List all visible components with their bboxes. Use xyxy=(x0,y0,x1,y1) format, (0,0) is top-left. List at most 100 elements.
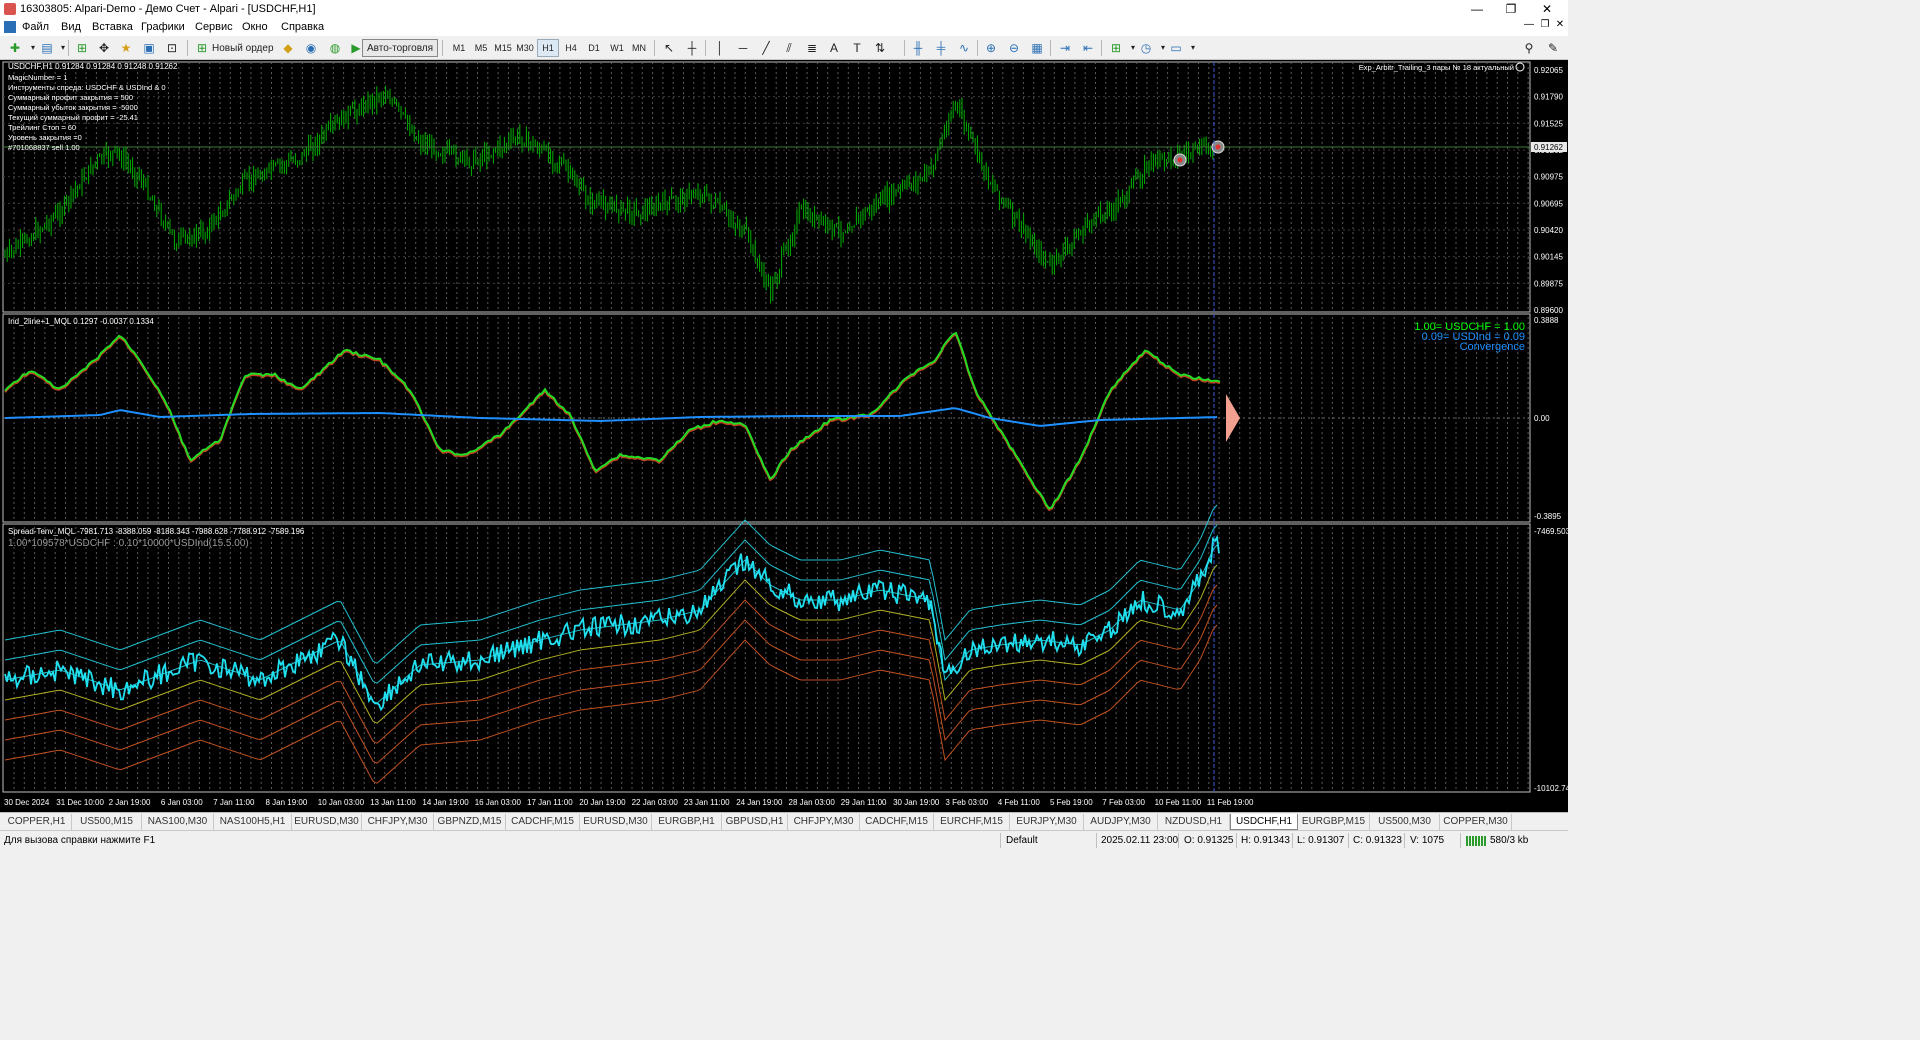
cursor-icon[interactable]: ↖ xyxy=(660,39,678,57)
chart-tab[interactable]: GBPNZD,M15 xyxy=(434,814,506,830)
chart-tab[interactable]: USDCHF,H1 xyxy=(1230,814,1298,830)
chart-tab[interactable]: CHFJPY,M30 xyxy=(788,814,860,830)
ea-info-line: MagicNumber = 1 xyxy=(8,73,67,82)
zoom-out-icon[interactable]: ⊖ xyxy=(1005,39,1023,57)
signals-icon[interactable]: ◉ xyxy=(302,39,320,57)
chart-tab[interactable]: EURUSD,M30 xyxy=(580,814,652,830)
chart-tab[interactable]: US500,M30 xyxy=(1370,814,1440,830)
navigator-icon[interactable]: ★ xyxy=(117,39,135,57)
timeframe-d1-button[interactable]: D1 xyxy=(583,39,605,57)
chart-tab[interactable]: EURJPY,M30 xyxy=(1010,814,1084,830)
indicator-header: Ind_2line+1_MQL 0.1297 -0.0037 0.1334 xyxy=(8,317,154,326)
chart-canvas[interactable]: 0.92065 0.91790 0.91525 0.91262 0.90975 0.906… xyxy=(0,60,1568,812)
restore-button[interactable]: ❐ xyxy=(1496,1,1526,17)
metaeditor-icon[interactable]: ◆ xyxy=(279,39,297,57)
ea-info-line: #701068837 sell 1.00 xyxy=(8,143,80,152)
crosshair-icon[interactable]: ┼ xyxy=(683,39,701,57)
data-window-icon[interactable]: ✥ xyxy=(95,39,113,57)
chart-tab[interactable]: GBPUSD,H1 xyxy=(722,814,788,830)
mdi-minimize-button[interactable]: — xyxy=(1522,19,1536,30)
menu-tools[interactable]: Сервис xyxy=(195,21,233,33)
mdi-close-button[interactable]: ✕ xyxy=(1553,19,1567,30)
auto-trading-button[interactable]: Авто-торговля xyxy=(362,39,439,57)
minimize-button[interactable]: — xyxy=(1462,1,1492,17)
horizontal-line-icon[interactable]: ─ xyxy=(734,39,752,57)
chart-tab[interactable]: EURGBP,M15 xyxy=(1298,814,1370,830)
menu-view[interactable]: Вид xyxy=(61,21,81,33)
zoom-in-icon[interactable]: ⊕ xyxy=(982,39,1000,57)
timeframe-m15-button[interactable]: M15 xyxy=(492,39,514,57)
market-watch-icon[interactable]: ⊞ xyxy=(73,39,91,57)
chart-tab[interactable]: COPPER,H1 xyxy=(2,814,72,830)
menu-help[interactable]: Справка xyxy=(281,21,324,33)
chart-tab[interactable]: CHFJPY,M30 xyxy=(362,814,434,830)
close-button[interactable]: ✕ xyxy=(1532,1,1562,17)
timeframe-w1-button[interactable]: W1 xyxy=(606,39,628,57)
chat-icon[interactable]: ✎ xyxy=(1544,39,1562,57)
text-label-icon[interactable]: T xyxy=(848,39,866,57)
mdi-restore-button[interactable]: ❐ xyxy=(1538,19,1552,30)
candlesticks-icon[interactable]: ╪ xyxy=(932,39,950,57)
menu-window[interactable]: Окно xyxy=(242,21,268,33)
chart-tab[interactable]: CADCHF,M15 xyxy=(860,814,934,830)
chart-tab[interactable]: CADCHF,M15 xyxy=(506,814,580,830)
menu-charts[interactable]: Графики xyxy=(141,21,185,33)
bar-chart-icon[interactable]: ╫ xyxy=(909,39,927,57)
convergence-arrow xyxy=(1226,394,1240,442)
tile-windows-icon[interactable]: ▦ xyxy=(1028,39,1046,57)
indicators-icon[interactable]: ⊞ xyxy=(1107,39,1125,57)
status-low: L: 0.91307 xyxy=(1297,835,1345,846)
menu-file[interactable]: Файл xyxy=(22,21,49,33)
arrows-icon[interactable]: ⇅ xyxy=(871,39,889,57)
new-chart-icon[interactable]: ✚ xyxy=(6,39,24,57)
chart-tab[interactable]: EURCHF,M15 xyxy=(934,814,1010,830)
chart-tab[interactable]: EURGBP,H1 xyxy=(652,814,722,830)
periods-icon[interactable]: ◷ xyxy=(1137,39,1155,57)
timeframe-m1-button[interactable]: M1 xyxy=(448,39,470,57)
spread-formula: 1.00*109578*USDCHF : 0.10*10000*USDInd(1… xyxy=(8,538,249,549)
timeframe-h4-button[interactable]: H4 xyxy=(560,39,582,57)
indicator-scale-label: -0.3895 xyxy=(1534,512,1562,521)
timeframe-m30-button[interactable]: M30 xyxy=(514,39,536,57)
menu-insert[interactable]: Вставка xyxy=(92,21,133,33)
chart-tab[interactable]: NZDUSD,H1 xyxy=(1158,814,1230,830)
chart-tab[interactable]: US500,M15 xyxy=(72,814,142,830)
chart-tab[interactable]: NAS100,M30 xyxy=(142,814,214,830)
timeframe-h1-button[interactable]: H1 xyxy=(537,39,559,57)
timeframe-mn-button[interactable]: MN xyxy=(628,39,650,57)
price-axis-label: 0.90145 xyxy=(1534,253,1563,262)
current-price-label: 0.91262 xyxy=(1534,143,1563,152)
time-axis-label: 10 Jan 03:00 xyxy=(318,798,365,807)
chart-window-icon xyxy=(4,21,16,33)
templates-icon[interactable]: ▭ xyxy=(1167,39,1185,57)
new-order-button[interactable]: Новый ордер xyxy=(207,39,279,57)
line-chart-icon[interactable]: ∿ xyxy=(955,39,973,57)
auto-scroll-icon[interactable]: ⇥ xyxy=(1056,39,1074,57)
time-axis-label: 30 Dec 2024 xyxy=(4,798,50,807)
chart-tab[interactable]: EURUSD,M30 xyxy=(292,814,362,830)
fibonacci-icon[interactable]: ≣ xyxy=(803,39,821,57)
indicator-legend: Convergence xyxy=(1460,341,1525,353)
strategy-tester-icon[interactable]: ⊡ xyxy=(163,39,181,57)
time-axis-label: 6 Jan 03:00 xyxy=(161,798,203,807)
chart-tab[interactable]: NAS100H5,H1 xyxy=(214,814,292,830)
chart-pane xyxy=(2,313,1531,523)
market-icon[interactable]: ◍ xyxy=(326,39,344,57)
text-icon[interactable]: A xyxy=(825,39,843,57)
profile-name[interactable]: Default xyxy=(1006,835,1038,846)
chart-tab[interactable]: AUDJPY,M30 xyxy=(1084,814,1158,830)
trendline-icon[interactable]: ╱ xyxy=(757,39,775,57)
time-axis-label: 7 Jan 11:00 xyxy=(213,798,255,807)
chart-window[interactable]: 0.92065 0.91790 0.91525 0.91262 0.90975 0.906… xyxy=(0,60,1568,812)
dropdown-arrow-icon[interactable]: ▾ xyxy=(1184,39,1202,57)
dropdown-arrow-icon[interactable]: ▾ xyxy=(54,39,72,57)
timeframe-m5-button[interactable]: M5 xyxy=(470,39,492,57)
equidistant-channel-icon[interactable]: ⫽ xyxy=(780,39,798,57)
terminal-icon[interactable]: ▣ xyxy=(140,39,158,57)
chart-tab[interactable]: COPPER,M30 xyxy=(1440,814,1512,830)
vertical-line-icon[interactable]: │ xyxy=(711,39,729,57)
ea-info-line: Суммарный профит закрытия = 500 xyxy=(8,93,133,102)
chart-shift-icon[interactable]: ⇤ xyxy=(1079,39,1097,57)
ea-info-line: Текущий суммарный профит = -25.41 xyxy=(8,113,138,122)
search-icon[interactable]: ⚲ xyxy=(1520,39,1538,57)
